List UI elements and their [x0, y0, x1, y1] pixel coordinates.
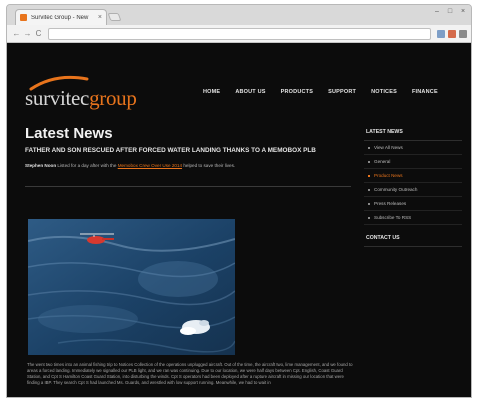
address-bar[interactable] [48, 27, 431, 40]
lead-author: Stephen Noon [25, 163, 57, 168]
tab-strip: Survitec Group - New × – □ × [7, 5, 471, 25]
sidebar-item-view-all-news[interactable]: View All News [364, 141, 462, 155]
forward-icon[interactable]: → [22, 28, 33, 40]
contact-heading[interactable]: CONTACT US [364, 231, 462, 247]
new-tab-button[interactable] [107, 13, 122, 21]
extension-icon[interactable] [448, 29, 456, 38]
reload-icon[interactable]: C [33, 28, 44, 40]
web-page: survitecgroup HOME ABOUT US PRODUCTS SUP… [7, 43, 471, 397]
nav-item-home[interactable]: HOME [203, 89, 220, 95]
sidebar-heading: LATEST NEWS [364, 125, 462, 141]
divider [25, 186, 351, 187]
article: Latest News Father and son rescued after… [25, 125, 351, 187]
sidebar-item-product-news[interactable]: Product News [364, 169, 462, 183]
browser-toolbar: ← → C [7, 25, 471, 43]
sidebar-item-press-releases[interactable]: Press Releases [364, 197, 462, 211]
minimize-icon[interactable]: – [433, 7, 441, 17]
main-nav: HOME ABOUT US PRODUCTS SUPPORT NOTICES F… [203, 89, 453, 95]
nav-item-finance[interactable]: FINANCE [412, 89, 438, 95]
article-photo [28, 219, 235, 355]
browser-window: Survitec Group - New × – □ × ← → C survi… [6, 4, 472, 398]
close-window-icon[interactable]: × [459, 7, 467, 17]
extension-icon[interactable] [437, 29, 445, 38]
favicon-icon [20, 14, 27, 21]
nav-item-products[interactable]: PRODUCTS [281, 89, 313, 95]
sidebar-item-general[interactable]: General [364, 155, 462, 169]
toolbar-icons [437, 29, 467, 38]
nav-item-notices[interactable]: NOTICES [371, 89, 397, 95]
tab-close-icon[interactable]: × [98, 14, 102, 21]
sidebar-item-community-outreach[interactable]: Community Outreach [364, 183, 462, 197]
tab-title: Survitec Group - New [31, 14, 89, 21]
maximize-icon[interactable]: □ [446, 7, 454, 17]
logo-text: survitecgroup [25, 86, 137, 110]
sidebar-item-subscribe-rss[interactable]: Subscribe To RSS [364, 211, 462, 225]
article-body: The went two times into an animal fishin… [27, 362, 353, 385]
lead-suffix: helped to save their lives. [183, 163, 236, 168]
article-lead: Stephen Noon Listed for a day after with… [25, 163, 351, 168]
lead-link[interactable]: Memobox Crew Over Use 2014 [118, 163, 182, 168]
lead-text: Listed for a day after with the [57, 163, 117, 168]
menu-icon[interactable] [459, 29, 467, 38]
nav-item-support[interactable]: SUPPORT [328, 89, 356, 95]
article-headline: Father and son rescued after forced wate… [25, 147, 316, 154]
back-icon[interactable]: ← [11, 28, 22, 40]
site-logo[interactable]: survitecgroup [25, 73, 185, 113]
sidebar: LATEST NEWS View All News General Produc… [364, 125, 462, 247]
page-title: Latest News [25, 125, 113, 142]
nav-item-about-us[interactable]: ABOUT US [235, 89, 265, 95]
window-controls: – □ × [433, 7, 467, 17]
browser-tab[interactable]: Survitec Group - New × [15, 9, 107, 25]
